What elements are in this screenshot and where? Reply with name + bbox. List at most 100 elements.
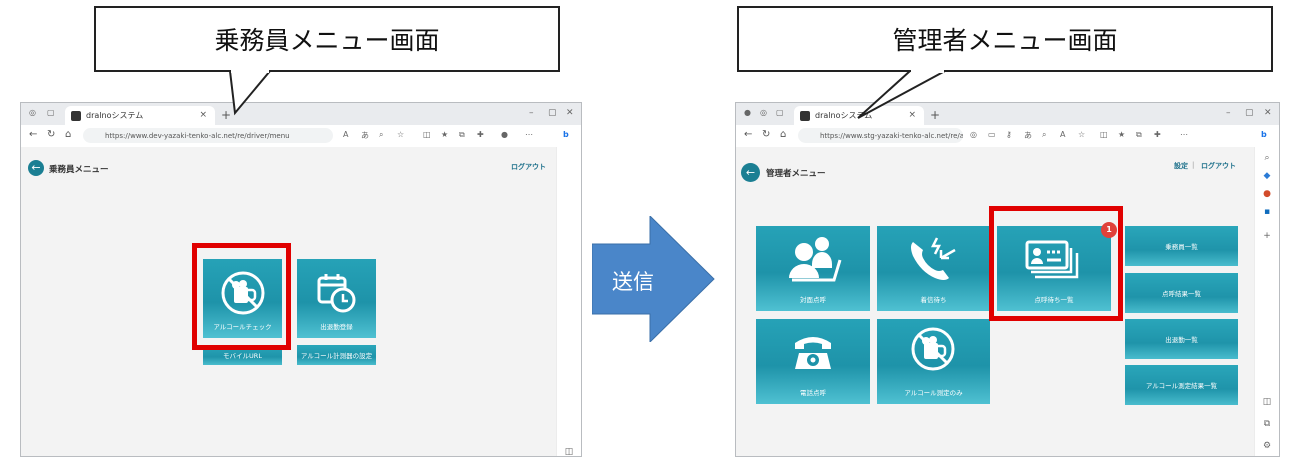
split-screen-icon[interactable]: ◫ bbox=[423, 130, 431, 139]
crew-list-button[interactable]: 乗務員一覧 bbox=[1125, 226, 1238, 266]
tab-bar: ◎ ▢ dralnoシステム × + – ▢ ✕ bbox=[21, 103, 581, 125]
close-window-icon[interactable]: ✕ bbox=[1264, 108, 1272, 118]
favorites-icon[interactable]: ★ bbox=[1118, 130, 1125, 139]
right-callout: 管理者メニュー画面 bbox=[737, 6, 1273, 72]
profile-icon[interactable]: ◎ bbox=[29, 108, 36, 117]
tab-close-icon[interactable]: × bbox=[199, 110, 207, 120]
account-icon[interactable]: ● bbox=[501, 130, 508, 139]
sidebar-add-icon[interactable]: + bbox=[1261, 231, 1273, 241]
maximize-icon[interactable]: ▢ bbox=[1245, 108, 1254, 118]
tile-label: 出退勤登録 bbox=[320, 323, 353, 331]
alcohol-meter-settings-button[interactable]: アルコール計測器の設定 bbox=[297, 345, 376, 365]
tile-label: アルコール測定のみ bbox=[904, 389, 963, 397]
address-url: https://www.dev-yazaki-tenko-alc.net/re/… bbox=[105, 131, 290, 140]
right-callout-text: 管理者メニュー画面 bbox=[892, 26, 1118, 55]
face-to-face-rollcall-tile[interactable]: 対面点呼 bbox=[756, 226, 870, 311]
tab-close-icon[interactable]: × bbox=[908, 110, 916, 120]
sidebar-add-icon[interactable]: ◫ bbox=[563, 447, 575, 456]
reload-icon[interactable]: ↻ bbox=[47, 129, 55, 140]
zoom-icon[interactable]: ⌕ bbox=[1042, 130, 1046, 140]
back-nav-icon[interactable]: ← bbox=[744, 129, 752, 140]
split-screen-icon[interactable]: ◫ bbox=[1100, 130, 1108, 139]
alcohol-check-highlight bbox=[192, 243, 291, 350]
more-menu-icon[interactable]: ⋯ bbox=[1180, 130, 1188, 139]
no-alcohol-icon bbox=[911, 327, 955, 371]
telephone-icon bbox=[795, 337, 831, 369]
alcohol-results-button[interactable]: アルコール測定結果一覧 bbox=[1125, 365, 1238, 405]
calendar-clock-icon bbox=[317, 274, 356, 313]
address-bar[interactable]: https://www.stg-yazaki-tenko-alc.net/re/… bbox=[798, 128, 963, 143]
send-arrow bbox=[592, 216, 715, 342]
tab-actions-icon[interactable]: ▢ bbox=[776, 108, 784, 117]
tab-bar: ● ◎ ▢ dralnoシステム × + – ▢ ✕ bbox=[736, 103, 1279, 125]
more-menu-icon[interactable]: ⋯ bbox=[525, 130, 533, 139]
tab-favicon-icon bbox=[800, 110, 810, 121]
read-aloud-icon[interactable]: A bbox=[343, 130, 348, 139]
sidebar-settings-icon[interactable]: ⚙ bbox=[1261, 441, 1273, 451]
key-icon[interactable]: ⚷ bbox=[1006, 130, 1012, 139]
browser-tab[interactable]: dralnoシステム × bbox=[65, 106, 215, 125]
sidebar-external-icon[interactable]: ⧉ bbox=[1261, 419, 1273, 429]
close-window-icon[interactable]: ✕ bbox=[566, 108, 574, 118]
browser-tab[interactable]: dralnoシステム × bbox=[794, 106, 924, 125]
bing-copilot-icon[interactable]: b bbox=[1261, 130, 1267, 139]
new-tab-icon[interactable]: + bbox=[221, 108, 231, 122]
attendance-list-button[interactable]: 出退勤一覧 bbox=[1125, 319, 1238, 359]
browser-sidebar: ⌕ ◆ ● ▪ + ◫ ⧉ ⚙ bbox=[1254, 147, 1279, 456]
collections-icon[interactable]: ⧉ bbox=[1136, 130, 1142, 140]
address-bar[interactable]: https://www.dev-yazaki-tenko-alc.net/re/… bbox=[83, 128, 333, 143]
maximize-icon[interactable]: ▢ bbox=[548, 108, 557, 118]
back-arrow-icon[interactable]: ← bbox=[741, 163, 760, 182]
sidebar-office-icon[interactable]: ● bbox=[1261, 189, 1273, 199]
translate-icon[interactable]: あ bbox=[361, 130, 369, 141]
extensions-icon[interactable]: ✚ bbox=[477, 130, 484, 139]
minimize-icon[interactable]: – bbox=[1226, 108, 1231, 118]
reload-icon[interactable]: ↻ bbox=[762, 129, 770, 140]
left-callout-text: 乗務員メニュー画面 bbox=[214, 26, 440, 55]
zoom-icon[interactable]: ⌕ bbox=[379, 130, 383, 140]
back-nav-icon[interactable]: ← bbox=[29, 129, 37, 140]
face-to-face-icon bbox=[789, 237, 842, 282]
translate-icon[interactable]: あ bbox=[1024, 130, 1032, 141]
left-browser-window: ◎ ▢ dralnoシステム × + – ▢ ✕ ← ↻ ⌂ https://w… bbox=[20, 102, 582, 457]
new-tab-icon[interactable]: + bbox=[930, 108, 940, 122]
bing-copilot-icon[interactable]: b bbox=[563, 130, 569, 139]
home-icon[interactable]: ⌂ bbox=[65, 129, 71, 140]
minimize-icon[interactable]: – bbox=[529, 108, 534, 118]
favorite-star-icon[interactable]: ☆ bbox=[397, 130, 404, 139]
incoming-call-wait-tile[interactable]: 着信待ち bbox=[877, 226, 990, 311]
camera-icon[interactable]: ▭ bbox=[988, 130, 996, 139]
workspaces-icon[interactable]: ◎ bbox=[760, 108, 767, 117]
rollcall-results-button[interactable]: 点呼結果一覧 bbox=[1125, 273, 1238, 313]
favorites-icon[interactable]: ★ bbox=[441, 130, 448, 139]
alcohol-only-tile[interactable]: アルコール測定のみ bbox=[877, 319, 990, 404]
browser-sidebar: ◫ ⚙ bbox=[556, 147, 581, 456]
sidebar-panel-icon[interactable]: ◫ bbox=[1261, 397, 1273, 407]
tab-actions-icon[interactable]: ▢ bbox=[47, 108, 55, 117]
location-icon[interactable]: ◎ bbox=[970, 130, 977, 139]
logout-link[interactable]: ログアウト bbox=[511, 162, 546, 172]
page-title: 管理者メニュー bbox=[766, 169, 826, 179]
rollcall-list-highlight bbox=[989, 206, 1123, 321]
settings-link[interactable]: 設定 bbox=[1174, 161, 1188, 171]
collections-icon[interactable]: ⧉ bbox=[459, 130, 465, 140]
attendance-tile[interactable]: 出退勤登録 bbox=[297, 259, 376, 338]
extensions-icon[interactable]: ✚ bbox=[1154, 130, 1161, 139]
address-toolbar: ← ↻ ⌂ https://www.stg-yazaki-tenko-alc.n… bbox=[736, 125, 1279, 148]
incoming-call-icon bbox=[911, 237, 956, 280]
read-aloud-icon[interactable]: A bbox=[1060, 130, 1065, 139]
profile-icon[interactable]: ● bbox=[744, 108, 751, 117]
sidebar-search-icon[interactable]: ⌕ bbox=[1261, 153, 1273, 163]
phone-rollcall-tile[interactable]: 電話点呼 bbox=[756, 319, 870, 404]
sidebar-tag-icon[interactable]: ◆ bbox=[1261, 171, 1273, 181]
tab-favicon-icon bbox=[71, 110, 81, 121]
tab-title: dralnoシステム bbox=[86, 111, 144, 120]
address-toolbar: ← ↻ ⌂ https://www.dev-yazaki-tenko-alc.n… bbox=[21, 125, 581, 148]
back-arrow-icon[interactable]: ← bbox=[28, 160, 44, 176]
sidebar-outlook-icon[interactable]: ▪ bbox=[1261, 207, 1273, 217]
logout-link[interactable]: ログアウト bbox=[1201, 161, 1236, 171]
home-icon[interactable]: ⌂ bbox=[780, 129, 786, 140]
address-url: https://www.stg-yazaki-tenko-alc.net/re/… bbox=[820, 131, 963, 140]
favorite-star-icon[interactable]: ☆ bbox=[1078, 130, 1085, 139]
tile-label: 電話点呼 bbox=[800, 389, 826, 397]
